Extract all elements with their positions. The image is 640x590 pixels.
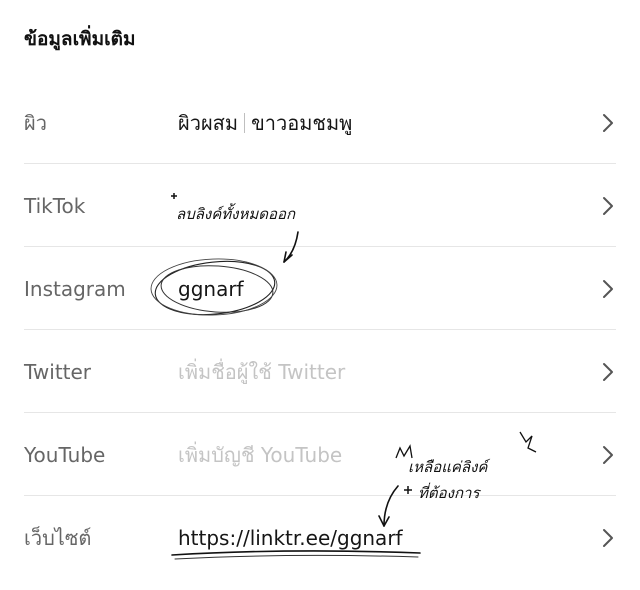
twitter-placeholder[interactable]: เพิ่มชื่อผู้ใช้ Twitter [178,356,345,388]
youtube-label: YouTube [24,442,106,467]
row-tiktok[interactable]: TikTok [0,164,640,247]
chevron-right-icon [602,445,614,465]
website-label: เว็บไซต์ [24,525,92,550]
tiktok-annotation: ลบลิงค์ทั้งหมดออก [176,205,296,223]
tiktok-label: TikTok [24,193,86,218]
chevron-right-icon [602,279,614,299]
skin-label: ผิว [24,110,47,135]
row-twitter[interactable]: Twitter เพิ่มชื่อผู้ใช้ Twitter [0,330,640,413]
row-skin[interactable]: ผิว ผิวผสม ขาวอมชมพู [0,81,640,164]
row-instagram[interactable]: Instagram ggnarf [0,247,640,330]
youtube-placeholder[interactable]: เพิ่มบัญชี YouTube [178,439,342,471]
value-divider [244,112,246,133]
website-annotation-line2: ที่ต้องการ [418,484,480,502]
chevron-right-icon [602,113,614,133]
section-title: ข้อมูลเพิ่มเติม [24,28,136,50]
row-youtube[interactable]: YouTube เพิ่มบัญชี YouTube [0,413,640,496]
instagram-value[interactable]: ggnarf [178,277,244,301]
chevron-right-icon [602,362,614,382]
row-website[interactable]: เว็บไซต์ https://linktr.ee/ggnarf [0,496,640,579]
twitter-label: Twitter [24,359,92,384]
chevron-right-icon [602,196,614,216]
website-value[interactable]: https://linktr.ee/ggnarf [178,526,403,550]
chevron-right-icon [602,528,614,548]
skin-type: ผิวผสม [178,110,239,135]
skin-tone: ขาวอมชมพู [251,110,353,135]
website-annotation-line1: เหลือแค่ลิงค์ [408,458,488,476]
instagram-label: Instagram [24,276,126,301]
skin-value: ผิวผสม ขาวอมชมพู [178,107,352,139]
